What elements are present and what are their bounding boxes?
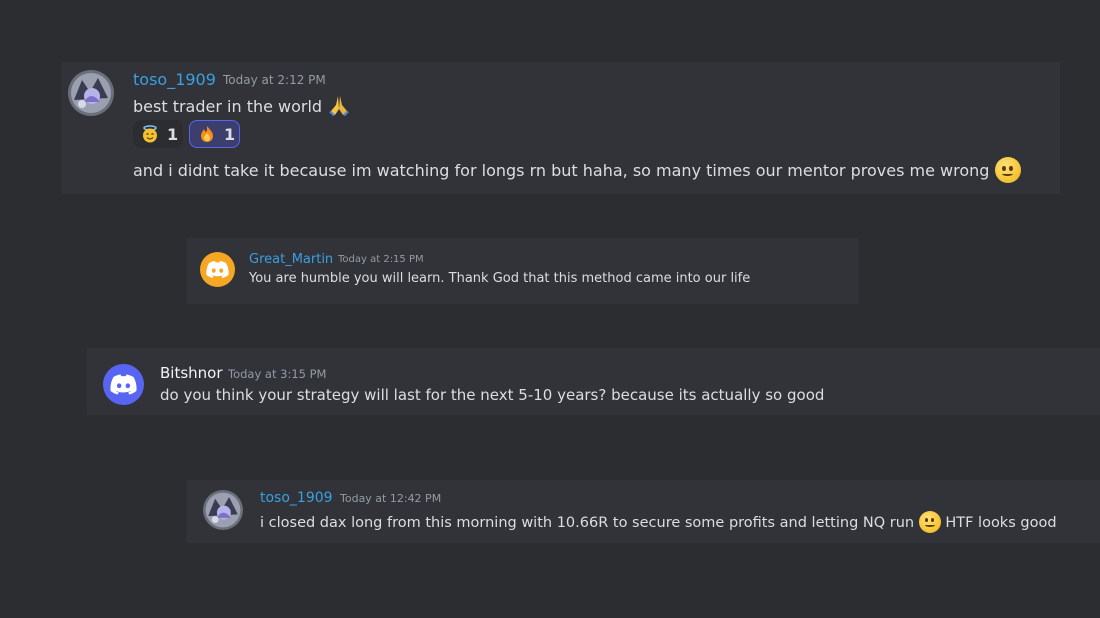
- message-line: and i didnt take it because im watching …: [133, 161, 990, 180]
- message-line: i closed dax long from this morning with…: [260, 515, 915, 531]
- slightly-smiling-face-emoji: [994, 157, 1021, 183]
- fire-emoji: [198, 125, 216, 143]
- timestamp: Today at 2:15 PM: [338, 254, 424, 265]
- avatar-image-icon: [68, 70, 114, 116]
- timestamp: Today at 2:12 PM: [223, 73, 326, 87]
- username[interactable]: Great_Martin: [249, 252, 333, 267]
- discord-logo-icon: [110, 374, 137, 395]
- reaction-count: 1: [224, 124, 236, 144]
- message-text: and i didnt take it because im watching …: [133, 157, 1021, 183]
- timestamp: Today at 3:15 PM: [228, 367, 327, 381]
- username[interactable]: toso_1909: [260, 490, 333, 506]
- message-card-toso-2: toso_1909 Today at 12:42 PM i closed dax…: [186, 480, 1100, 543]
- username[interactable]: Bitshnor: [160, 364, 223, 382]
- message-text: i closed dax long from this morning with…: [260, 511, 1057, 533]
- user-avatar[interactable]: [203, 490, 243, 530]
- slightly-smiling-face-emoji: [918, 511, 941, 533]
- user-avatar[interactable]: [200, 252, 235, 287]
- message-card-great-martin: Great_Martin Today at 2:15 PM You are hu…: [186, 238, 858, 304]
- timestamp: Today at 12:42 PM: [340, 492, 442, 505]
- reaction-count: 1: [167, 124, 179, 144]
- smiling-face-with-halo-emoji: [141, 125, 159, 143]
- message-card-bitshnor: Bitshnor Today at 3:15 PM do you think y…: [87, 348, 1100, 415]
- username[interactable]: toso_1909: [133, 70, 216, 89]
- message-line: best trader in the world: [133, 97, 323, 116]
- message-line: do you think your strategy will last for…: [160, 386, 825, 404]
- message-text: best trader in the world: [133, 93, 351, 117]
- user-avatar[interactable]: [103, 364, 144, 405]
- message-line: HTF looks good: [945, 515, 1057, 531]
- user-avatar[interactable]: [68, 70, 114, 116]
- message-line: You are humble you will learn. Thank God…: [249, 271, 751, 286]
- message-card-toso-1: toso_1909 Today at 2:12 PM best trader i…: [62, 62, 1060, 194]
- discord-logo-icon: [206, 261, 229, 278]
- reaction-fire[interactable]: 1: [189, 120, 240, 148]
- avatar-image-icon: [203, 490, 243, 530]
- reaction-halo[interactable]: 1: [133, 120, 183, 148]
- folded-hands-emoji: [327, 93, 351, 117]
